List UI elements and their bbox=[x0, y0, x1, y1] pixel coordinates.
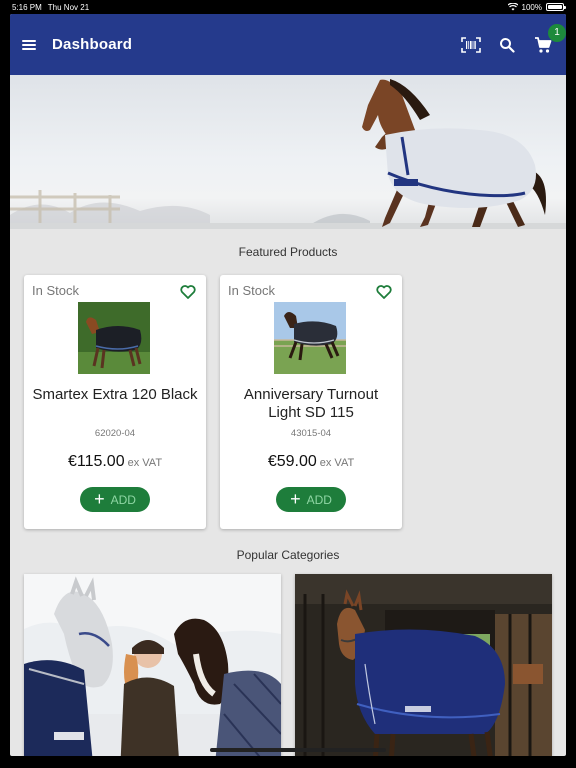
cart-count-badge: 1 bbox=[548, 23, 566, 42]
add-to-cart-button[interactable]: + ADD bbox=[80, 487, 150, 512]
barcode-scan-button[interactable] bbox=[460, 34, 482, 56]
hero-banner bbox=[10, 75, 566, 229]
popular-categories-list bbox=[10, 574, 566, 756]
page-title: Dashboard bbox=[52, 36, 133, 53]
product-image bbox=[274, 302, 346, 374]
plus-icon: + bbox=[290, 488, 301, 509]
category-card[interactable] bbox=[24, 574, 281, 756]
vat-label: ex VAT bbox=[127, 457, 163, 469]
status-date: Thu Nov 21 bbox=[47, 2, 90, 12]
add-button-label: ADD bbox=[110, 492, 136, 507]
product-name: Anniversary Turnout Light SD 115 bbox=[243, 386, 379, 421]
featured-products-list: In Stock Smartex Extra 120 Black 62020-0… bbox=[10, 275, 566, 529]
add-button-label: ADD bbox=[306, 492, 332, 507]
popular-categories-heading: Popular Categories bbox=[236, 548, 340, 562]
wifi-icon bbox=[507, 3, 518, 11]
product-price: €59.00 bbox=[267, 453, 317, 470]
plus-icon: + bbox=[94, 488, 105, 509]
app-bar: Dashboard 1 bbox=[10, 14, 566, 75]
search-button[interactable] bbox=[496, 34, 518, 56]
search-icon bbox=[500, 37, 515, 53]
product-name: Smartex Extra 120 Black bbox=[32, 386, 198, 403]
app-window: Dashboard 1 Featured Products In Stock S… bbox=[10, 14, 566, 756]
favorite-heart-icon[interactable] bbox=[180, 285, 196, 299]
product-image bbox=[78, 302, 150, 374]
featured-products-heading: Featured Products bbox=[238, 245, 338, 259]
add-to-cart-button[interactable]: + ADD bbox=[276, 487, 346, 512]
battery-icon bbox=[546, 3, 566, 11]
product-sku: 43015-04 bbox=[290, 428, 332, 439]
status-time: 5:16 PM bbox=[12, 2, 42, 12]
barcode-icon bbox=[461, 36, 481, 53]
home-indicator[interactable] bbox=[210, 748, 386, 752]
favorite-heart-icon[interactable] bbox=[376, 285, 392, 299]
stock-status: In Stock bbox=[32, 283, 79, 298]
cart-button[interactable]: 1 bbox=[532, 23, 566, 56]
category-card[interactable] bbox=[295, 574, 552, 756]
product-card[interactable]: In Stock Smartex Extra 120 Black 62020-0… bbox=[24, 275, 206, 529]
product-sku: 62020-04 bbox=[94, 428, 136, 439]
stock-status: In Stock bbox=[228, 283, 275, 298]
product-price-row: €59.00 ex VAT bbox=[220, 453, 402, 471]
product-card[interactable]: In Stock Anniversary Turnout Light SD 11… bbox=[220, 275, 402, 529]
status-bar: 5:16 PM Thu Nov 21 100% bbox=[0, 0, 576, 14]
menu-icon[interactable] bbox=[22, 39, 36, 50]
product-price: €115.00 bbox=[67, 453, 125, 470]
product-price-row: €115.00 ex VAT bbox=[24, 453, 206, 471]
vat-label: ex VAT bbox=[319, 457, 355, 469]
battery-percent: 100% bbox=[521, 2, 542, 12]
